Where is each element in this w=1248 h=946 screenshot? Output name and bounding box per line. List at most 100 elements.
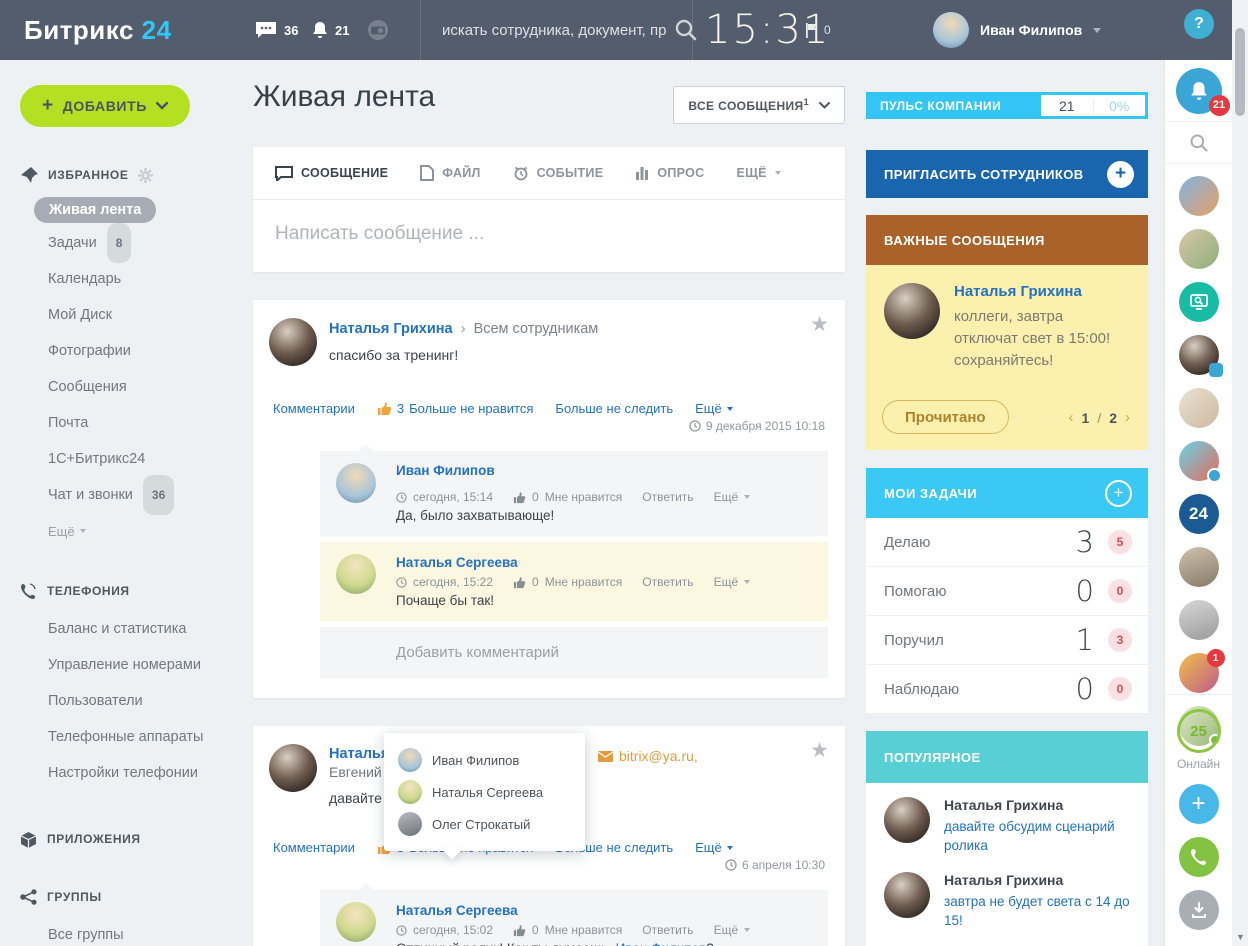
- contact-avatar[interactable]: [1178, 229, 1219, 269]
- mention-link[interactable]: Иван Филипов: [616, 941, 707, 946]
- sidebar-item-live-feed[interactable]: Живая лента: [34, 197, 157, 223]
- comments-link[interactable]: Комментарии: [273, 840, 355, 855]
- task-row-delegated[interactable]: Поручил 1 3: [866, 616, 1148, 665]
- comments-link[interactable]: Комментарии: [273, 401, 355, 416]
- new-chat-button[interactable]: +: [1178, 784, 1219, 824]
- add-task-button[interactable]: +: [1105, 479, 1132, 507]
- gear-icon[interactable]: [138, 167, 154, 183]
- add-button[interactable]: + ДОБАВИТЬ: [20, 85, 190, 127]
- task-row-watching[interactable]: Наблюдаю 0 0: [866, 665, 1148, 714]
- topbar-notifications-counter[interactable]: 21: [312, 0, 349, 60]
- like-link[interactable]: 3 Больше не нравится: [377, 401, 533, 416]
- avatar[interactable]: [336, 902, 376, 942]
- add-comment[interactable]: Добавить комментарий: [320, 627, 828, 678]
- feed-filter-button[interactable]: ВСЕ СООБЩЕНИЯ1: [673, 86, 845, 124]
- scrollbar-down-arrow[interactable]: ▼: [1236, 932, 1245, 942]
- bitrix24-channel-avatar[interactable]: 24: [1178, 494, 1219, 534]
- email-recipient-link[interactable]: bitrix@ya.ru,: [598, 748, 698, 764]
- sidebar-item-tasks[interactable]: Задачи 8: [0, 223, 240, 263]
- section-applications[interactable]: ПРИЛОЖЕНИЯ: [0, 829, 240, 849]
- invite-employees-button[interactable]: ПРИГЛАСИТЬ СОТРУДНИКОВ +: [866, 150, 1148, 198]
- popular-item[interactable]: Наталья Грихина давайте обсудим сценарий…: [884, 797, 1130, 856]
- topbar-webcam-button[interactable]: [365, 0, 391, 60]
- comment-reply-link[interactable]: Ответить: [642, 575, 693, 589]
- avatar[interactable]: [269, 318, 317, 366]
- topbar-chat-counter[interactable]: 36: [255, 0, 298, 60]
- contact-avatar[interactable]: [1178, 441, 1222, 483]
- contact-avatar[interactable]: [1178, 176, 1219, 216]
- tab-message[interactable]: СООБЩЕНИЕ: [275, 165, 388, 181]
- sidebar-item-chat-calls[interactable]: Чат и звонки 36: [0, 475, 240, 515]
- sidebar-item-photos[interactable]: Фотографии: [0, 333, 240, 369]
- messenger-search-button[interactable]: [1165, 122, 1232, 164]
- add-comment-input[interactable]: Добавить комментарий: [396, 644, 812, 661]
- avatar[interactable]: [269, 744, 317, 792]
- next-page-arrow[interactable]: ›: [1125, 409, 1130, 426]
- tab-poll[interactable]: ОПРОС: [635, 166, 704, 180]
- notifications-button[interactable]: 21: [1175, 67, 1230, 116]
- unfollow-link[interactable]: Больше не следить: [555, 401, 673, 416]
- comment-more-link[interactable]: Ещё: [714, 575, 739, 589]
- user-menu[interactable]: Иван Филипов: [933, 0, 1102, 60]
- task-row-helping[interactable]: Помогаю 0 0: [866, 567, 1148, 616]
- company-pulse-widget[interactable]: ПУЛЬС КОМПАНИИ 21 0%: [866, 92, 1148, 119]
- flag-counter[interactable]: 0: [806, 0, 831, 60]
- comment-author-link[interactable]: Наталья Сергеева: [396, 555, 518, 570]
- download-app-button[interactable]: [1178, 890, 1219, 930]
- compose-message-input[interactable]: Написать сообщение ...: [253, 200, 845, 272]
- contact-avatar[interactable]: 1: [1178, 649, 1225, 693]
- sidebar-item-messages[interactable]: Сообщения: [0, 369, 240, 405]
- comment-like-link[interactable]: Мне нравится: [545, 490, 623, 504]
- contact-avatar[interactable]: [1178, 388, 1219, 428]
- search-icon[interactable]: [674, 18, 698, 42]
- important-author-link[interactable]: Наталья Грихина: [954, 283, 1130, 300]
- contact-avatar[interactable]: [1178, 547, 1219, 587]
- sidebar-item-balance-stats[interactable]: Баланс и статистика: [0, 611, 240, 647]
- comment-reply-link[interactable]: Ответить: [642, 923, 693, 937]
- avatar[interactable]: [884, 283, 940, 339]
- mention-popup-item[interactable]: Наталья Сергеева: [398, 776, 571, 808]
- topbar-search[interactable]: [442, 0, 698, 60]
- avatar[interactable]: [336, 463, 376, 503]
- sidebar-item-all-groups[interactable]: Все группы: [0, 917, 240, 946]
- tab-event[interactable]: СОБЫТИЕ: [513, 165, 604, 181]
- sidebar-item-1c-bitrix24[interactable]: 1С+Битрикс24: [0, 441, 240, 477]
- online-users-button[interactable]: 25 Онлайн: [1176, 709, 1221, 771]
- comment-author-link[interactable]: Иван Филипов: [396, 463, 495, 478]
- popular-item[interactable]: Наталья Грихина завтра не будет света с …: [884, 871, 1130, 931]
- sidebar-more-link[interactable]: Ещё: [0, 519, 240, 543]
- scrollbar-thumb[interactable]: [1235, 28, 1245, 116]
- comment-like-link[interactable]: Мне нравится: [545, 575, 623, 589]
- mention-popup-item[interactable]: Иван Филипов: [398, 744, 571, 776]
- tab-more[interactable]: ЕЩЁ: [736, 166, 781, 180]
- sidebar-item-users[interactable]: Пользователи: [0, 683, 240, 719]
- search-input[interactable]: [442, 21, 667, 39]
- contact-avatar[interactable]: [1178, 600, 1219, 640]
- sidebar-item-telephony-settings[interactable]: Настройки телефонии: [0, 755, 240, 791]
- help-button[interactable]: ?: [1184, 9, 1214, 39]
- sidebar-item-my-disk[interactable]: Мой Диск: [0, 297, 240, 333]
- screen-search-button[interactable]: [1178, 282, 1219, 322]
- contact-avatar[interactable]: [1178, 335, 1223, 377]
- task-row-doing[interactable]: Делаю 3 5: [866, 518, 1148, 567]
- more-link[interactable]: Ещё: [695, 401, 733, 416]
- comment-author-link[interactable]: Наталья Сергеева: [396, 903, 518, 918]
- more-link[interactable]: Ещё: [695, 840, 733, 855]
- tab-file[interactable]: ФАЙЛ: [420, 165, 480, 181]
- sidebar-item-number-management[interactable]: Управление номерами: [0, 647, 240, 683]
- call-button[interactable]: [1178, 837, 1219, 877]
- sidebar-item-calendar[interactable]: Календарь: [0, 261, 240, 297]
- sidebar-item-phone-devices[interactable]: Телефонные аппараты: [0, 719, 240, 755]
- sidebar-item-mail[interactable]: Почта: [0, 405, 240, 441]
- comment-reply-link[interactable]: Ответить: [642, 490, 693, 504]
- post-author-link[interactable]: Наталья: [329, 746, 389, 762]
- mark-read-button[interactable]: Прочитано: [882, 400, 1009, 434]
- comment-like-link[interactable]: Мне нравится: [545, 923, 623, 937]
- avatar[interactable]: [336, 554, 376, 594]
- mention-popup-item[interactable]: Олег Строкатый: [398, 808, 571, 840]
- comment-more-link[interactable]: Ещё: [714, 923, 739, 937]
- comment-more-link[interactable]: Ещё: [714, 490, 739, 504]
- prev-page-arrow[interactable]: ‹: [1069, 409, 1074, 426]
- post-author-link[interactable]: Наталья Грихина: [329, 321, 453, 337]
- bitrix24-logo[interactable]: Битрикс 24: [24, 0, 172, 60]
